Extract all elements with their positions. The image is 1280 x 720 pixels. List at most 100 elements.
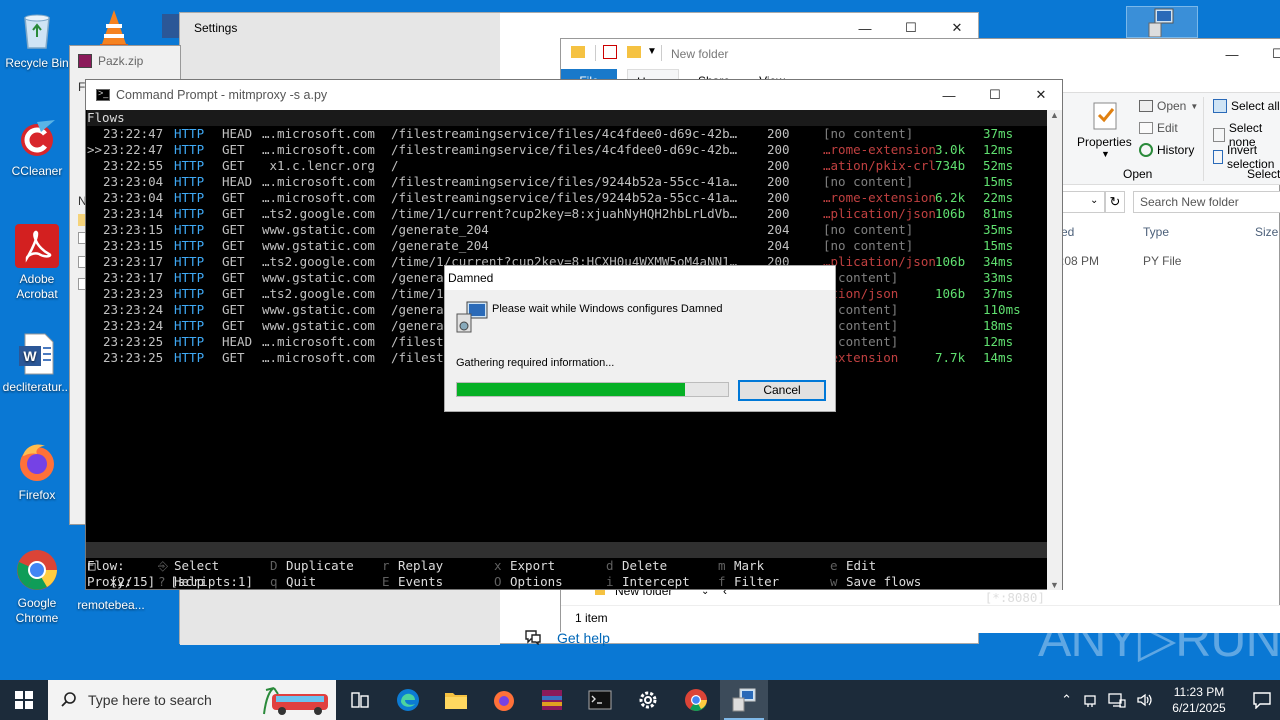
flow-mark <box>87 334 102 350</box>
desktop-icon-document[interactable]: W decliteratur... <box>0 332 74 395</box>
tray-chevron-up-icon[interactable]: ⌃ <box>1061 692 1072 708</box>
taskbar-firefox[interactable] <box>480 680 528 720</box>
properties-button[interactable]: Properties <box>1077 135 1132 149</box>
flow-row[interactable]: 23:22:55 HTTP GET x1.c.lencr.org / 200 …ation… <box>86 158 1046 174</box>
keybinding-action[interactable]: Replay <box>398 558 443 574</box>
tray-clock[interactable]: 11:23 PM 6/21/2025 <box>1164 684 1234 716</box>
keybinding-action[interactable]: Intercept <box>622 574 690 590</box>
flow-mark <box>87 286 102 302</box>
tray-usb-icon[interactable] <box>1082 692 1098 708</box>
taskbar-winrar[interactable] <box>528 680 576 720</box>
taskbar-search[interactable]: Type here to search <box>48 680 336 720</box>
new-folder-quick-icon[interactable] <box>627 46 641 58</box>
taskbar-installer[interactable] <box>720 680 768 720</box>
keybinding-action[interactable]: Edit <box>846 558 876 574</box>
select-all-button[interactable]: Select all <box>1213 99 1280 113</box>
flows-header: Flows <box>87 110 1047 126</box>
taskbar-chrome[interactable] <box>672 680 720 720</box>
keybinding-action[interactable]: Events <box>398 574 443 590</box>
cmd-close-button[interactable]: ✕ <box>1018 80 1064 110</box>
flow-path: /genera <box>391 318 444 333</box>
search-input[interactable]: Search New folder <box>1133 191 1280 213</box>
keybinding-action[interactable]: Quit <box>286 574 316 590</box>
flow-method: GET <box>222 286 245 301</box>
desktop-icon-label: Firefox <box>18 488 56 502</box>
address-dropdown-icon[interactable]: ⌄ <box>1090 195 1098 206</box>
keybinding-action[interactable]: Options <box>510 574 563 590</box>
explorer-minimize-button[interactable]: — <box>1209 39 1255 69</box>
flow-row[interactable]: 23:23:04 HTTP HEAD ….microsoft.com/filestre… <box>86 174 1046 190</box>
keybinding-action[interactable]: Delete <box>622 558 667 574</box>
flow-mark <box>87 190 102 206</box>
installer-icon <box>1148 8 1174 37</box>
edit-button[interactable]: Edit <box>1139 121 1178 135</box>
flow-proto: HTTP <box>174 158 205 173</box>
flow-row[interactable]: 23:23:14 HTTP GET …ts2.google.com/time/1/cu… <box>86 206 1046 222</box>
keybinding-action[interactable]: Save flows <box>846 574 921 590</box>
keybinding-key: d <box>606 558 614 573</box>
keybinding-action[interactable]: Filter <box>734 574 779 590</box>
taskbar-file-explorer[interactable] <box>432 680 480 720</box>
flow-proto: HTTP <box>174 334 205 349</box>
desktop-icon-ccleaner[interactable]: CCleaner <box>0 116 74 179</box>
flow-dur: 15ms <box>983 174 1014 189</box>
desktop-icon-google-chrome[interactable]: Google Chrome <box>0 548 74 626</box>
keybinding-key: e <box>830 558 838 573</box>
search-icon <box>61 692 76 707</box>
properties-quick-icon[interactable] <box>603 45 617 59</box>
flow-host: www.gstatic.com <box>262 222 375 237</box>
flow-mark <box>87 350 102 366</box>
flow-dur: 81ms <box>983 206 1014 221</box>
keybinding-action[interactable]: Help <box>174 574 204 590</box>
flow-path: /generate_204 <box>391 238 489 253</box>
flow-method: GET <box>222 350 245 365</box>
taskbar-edge[interactable] <box>384 680 432 720</box>
flow-host: ….microsoft.com <box>262 142 375 157</box>
taskbar-cmd[interactable] <box>576 680 624 720</box>
flow-row[interactable]: 23:23:04 HTTP GET ….microsoft.com/filestrea… <box>86 190 1046 206</box>
flow-row[interactable]: 23:23:15 HTTP GET www.gstatic.com/generate_… <box>86 238 1046 254</box>
history-button[interactable]: History <box>1139 143 1194 157</box>
keybinding-action[interactable]: Select <box>174 558 219 574</box>
explorer-maximize-button[interactable]: ☐ <box>1255 39 1280 69</box>
dialog-title: Damned <box>448 271 494 285</box>
flow-proto: HTTP <box>174 286 205 301</box>
flow-time: 23:22:55 <box>103 158 164 173</box>
flow-proto: HTTP <box>174 238 205 253</box>
cmd-scrollbar[interactable]: ▲ ▼ <box>1047 110 1062 590</box>
flow-type: …ation/pkix-crl <box>823 158 936 173</box>
edge-icon <box>397 689 419 711</box>
flow-dur: 110ms <box>983 302 1021 317</box>
flow-row[interactable]: 23:22:47 HTTP HEAD ….microsoft.com/filestre… <box>86 126 1046 142</box>
quick-access-dropdown-icon[interactable]: ▼ <box>647 46 657 57</box>
desktop-icon-firefox[interactable]: Firefox <box>0 440 74 503</box>
taskbar-settings[interactable] <box>624 680 672 720</box>
flow-size: 734b <box>935 158 966 173</box>
column-size[interactable]: Size <box>1255 225 1278 239</box>
search-highlight-icon <box>258 684 334 716</box>
column-date-modified[interactable]: ed <box>1061 225 1074 239</box>
keybinding-action[interactable]: Mark <box>734 558 764 574</box>
desktop-icon-selected[interactable] <box>1126 6 1198 38</box>
cmd-maximize-button[interactable]: ☐ <box>972 80 1018 110</box>
desktop-icon-adobe-acrobat[interactable]: Adobe Acrobat <box>0 224 74 302</box>
cmd-minimize-button[interactable]: — <box>926 80 972 110</box>
tray-network-icon[interactable] <box>1108 692 1126 708</box>
keybinding-action[interactable]: Export <box>510 558 555 574</box>
column-type[interactable]: Type <box>1143 225 1169 239</box>
flow-row[interactable]: 23:23:15 HTTP GET www.gstatic.com/generate_… <box>86 222 1046 238</box>
start-button[interactable] <box>0 680 48 720</box>
cmd-icon: >_ <box>96 88 110 101</box>
cancel-button[interactable]: Cancel <box>738 380 826 401</box>
keybinding-action[interactable]: Duplicate <box>286 558 354 574</box>
tray-volume-icon[interactable] <box>1136 692 1154 708</box>
notifications-icon[interactable] <box>1252 691 1272 709</box>
open-button[interactable]: Open ▼ <box>1139 99 1198 113</box>
refresh-icon[interactable]: ↻ <box>1105 191 1125 213</box>
winrar-icon <box>542 690 562 710</box>
flow-row[interactable]: >> 23:22:47 HTTP GET ….microsoft.com/filestr… <box>86 142 1046 158</box>
task-view-button[interactable] <box>336 680 384 720</box>
installer-icon <box>455 300 489 334</box>
vlc-icon[interactable] <box>92 6 136 50</box>
desktop-icon-recycle-bin[interactable]: Recycle Bin <box>0 8 74 71</box>
